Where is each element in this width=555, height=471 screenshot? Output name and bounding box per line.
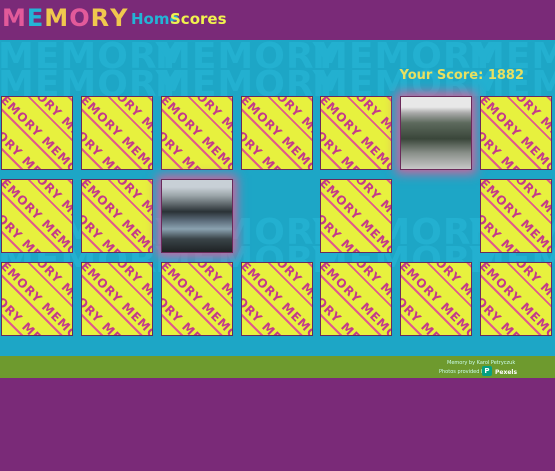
author-credit: Memory by Karol Petryczuk [447,360,516,366]
header: MEMORY Home Scores [0,0,555,40]
logo-letter: M [44,4,70,32]
pexels-link[interactable]: Pexels [495,369,517,376]
memory-card-back[interactable]: MEMORY MEMORYMEMORY MEMORYMEMORY MEMORYM… [241,96,313,170]
memory-card-back[interactable]: MEMORY MEMORYMEMORY MEMORYMEMORY MEMORYM… [81,96,153,170]
memory-card-back[interactable]: MEMORY MEMORYMEMORY MEMORYMEMORY MEMORYM… [81,179,153,253]
memory-card-back[interactable]: MEMORY MEMORYMEMORY MEMORYMEMORY MEMORYM… [1,179,73,253]
memory-card-back[interactable]: MEMORY MEMORYMEMORY MEMORYMEMORY MEMORYM… [320,179,392,253]
memory-card-back[interactable]: MEMORY MEMORYMEMORY MEMORYMEMORY MEMORYM… [400,262,472,336]
memory-card-mountain-lake-photo[interactable] [161,179,233,253]
memory-card-back[interactable]: MEMORY MEMORYMEMORY MEMORYMEMORY MEMORYM… [480,179,552,253]
background-word: MEMORY [0,40,183,77]
logo: MEMORY [2,5,128,31]
memory-card-back[interactable]: MEMORY MEMORYMEMORY MEMORYMEMORY MEMORYM… [480,96,552,170]
score-value: 1882 [487,68,524,83]
logo-letter: R [90,4,111,32]
memory-card-mountain-forest-photo[interactable] [400,96,472,170]
memory-card-back[interactable]: MEMORY MEMORYMEMORY MEMORYMEMORY MEMORYM… [1,262,73,336]
logo-letter: Y [110,4,129,32]
memory-card-back[interactable]: MEMORY MEMORYMEMORY MEMORYMEMORY MEMORYM… [81,262,153,336]
memory-card-back[interactable]: MEMORY MEMORYMEMORY MEMORYMEMORY MEMORYM… [161,96,233,170]
memory-card-back[interactable]: MEMORY MEMORYMEMORY MEMORYMEMORY MEMORYM… [480,262,552,336]
nav-scores-link[interactable]: Scores [170,10,227,28]
score-display: Your Score: 1882 [400,68,525,83]
memory-card-back[interactable]: MEMORY MEMORYMEMORY MEMORYMEMORY MEMORYM… [1,96,73,170]
pexels-icon[interactable]: P [482,366,492,376]
logo-letter: O [69,4,91,32]
score-label: Your Score: [399,68,484,83]
memory-card-back[interactable]: MEMORY MEMORYMEMORY MEMORYMEMORY MEMORYM… [241,262,313,336]
memory-card-back[interactable]: MEMORY MEMORYMEMORY MEMORYMEMORY MEMORYM… [320,262,392,336]
memory-card-back[interactable]: MEMORY MEMORYMEMORY MEMORYMEMORY MEMORYM… [161,262,233,336]
photos-credit: Photos provided by [439,369,488,375]
logo-letter: E [26,4,45,32]
memory-card-back[interactable]: MEMORY MEMORYMEMORY MEMORYMEMORY MEMORYM… [320,96,392,170]
background-word: MEMORY [155,40,340,77]
logo-letter: M [2,4,27,32]
game-board: MEMORYMEMORYMEMORYMEMORYMEMORYMEMORYMEMO… [0,40,555,356]
